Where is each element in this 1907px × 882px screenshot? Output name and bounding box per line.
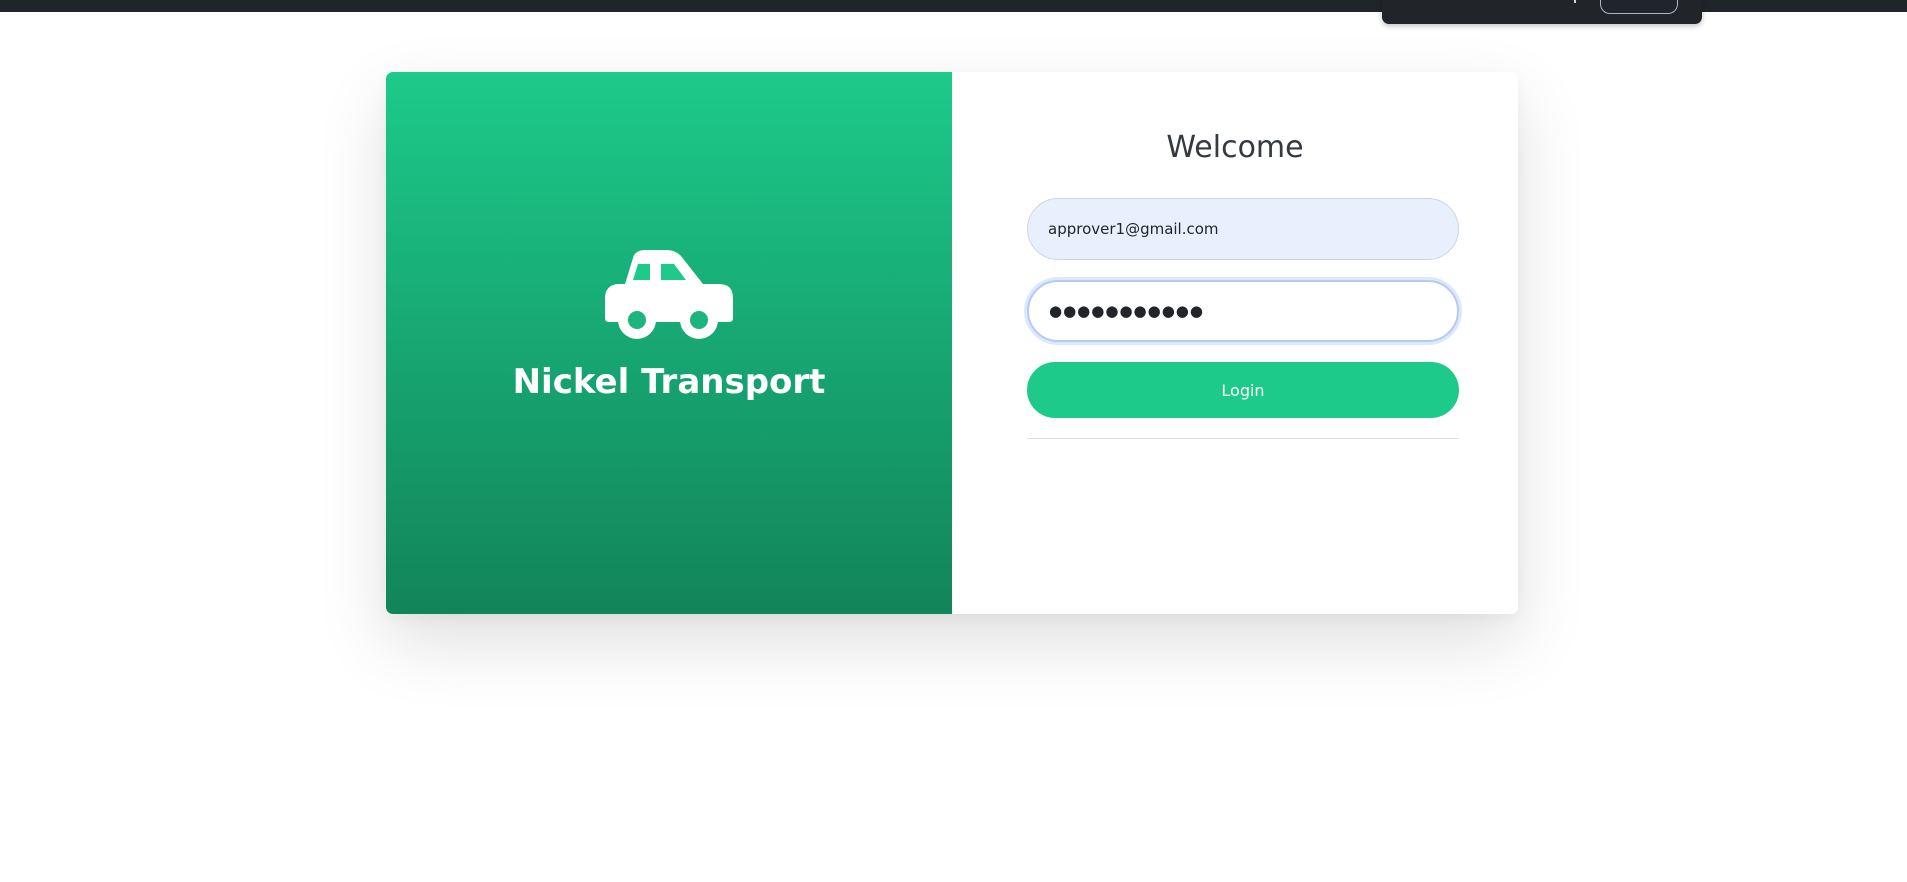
- login-form: Welcome Login: [952, 72, 1518, 614]
- popup-button[interactable]: [1600, 0, 1678, 14]
- car-icon: [605, 250, 733, 339]
- brand-title: Nickel Transport: [512, 362, 826, 402]
- login-card: Nickel Transport Welcome Login: [386, 72, 1518, 614]
- welcome-heading: Welcome: [1166, 130, 1304, 165]
- brand-panel: Nickel Transport: [386, 72, 952, 614]
- popup-text-fragment: [1574, 0, 1576, 3]
- email-field[interactable]: [1027, 198, 1459, 260]
- form-divider: [1027, 438, 1459, 439]
- top-dropdown-panel: [1382, 0, 1702, 24]
- password-field[interactable]: [1027, 280, 1459, 342]
- login-button[interactable]: Login: [1027, 362, 1459, 418]
